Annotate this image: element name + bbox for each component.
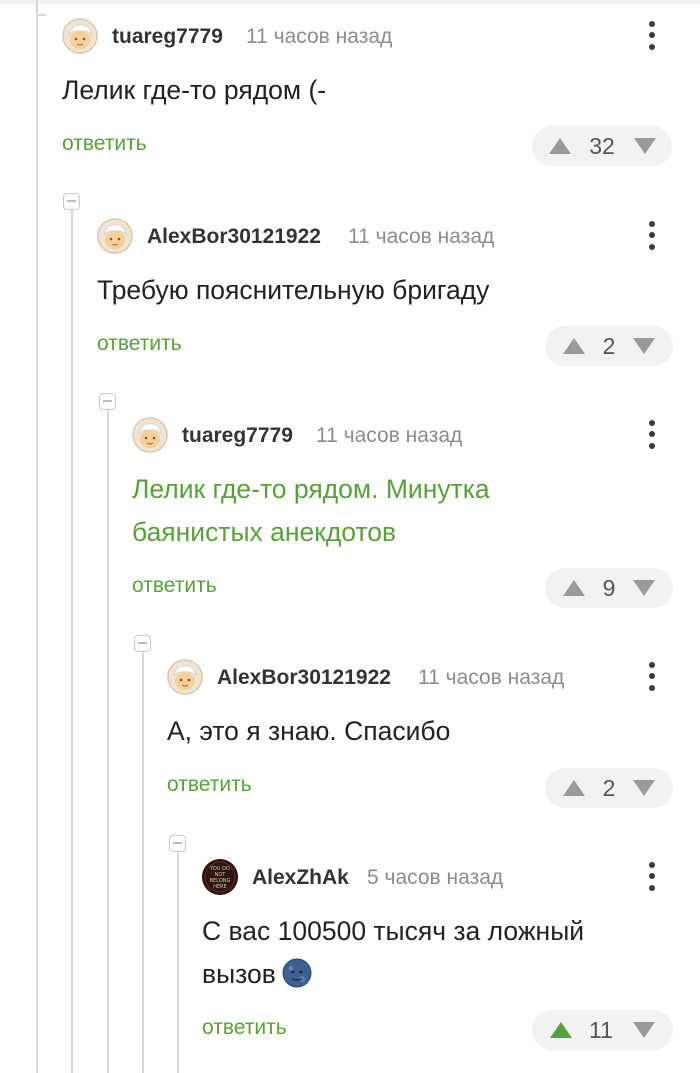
thread-line[interactable] <box>107 410 109 1073</box>
new-moon-face-emoji-icon <box>282 958 312 988</box>
thread-line <box>36 0 38 1073</box>
downvote-arrow-icon[interactable] <box>632 779 656 797</box>
thread-line[interactable] <box>71 210 73 1073</box>
reply-link[interactable]: ответить <box>62 132 147 156</box>
timestamp: 11 часов назад <box>418 666 565 689</box>
comment-text-line: вызов <box>202 953 584 996</box>
avatar-icon[interactable] <box>62 18 98 54</box>
vote-count: 9 <box>602 575 616 601</box>
reply-link[interactable]: ответить <box>97 332 182 356</box>
comment-text: Требую пояснительную бригаду <box>97 275 490 305</box>
timestamp: 11 часов назад <box>316 424 463 447</box>
comment: tuareg7779 11 часов назад Лелик где-то р… <box>132 417 682 617</box>
collapse-button[interactable] <box>99 393 116 410</box>
vote-widget: 2 <box>545 326 673 366</box>
vote-count: 2 <box>602 333 616 359</box>
vote-count: 2 <box>602 775 616 801</box>
username[interactable]: AlexZhAk <box>252 866 349 890</box>
comment-text: А, это я знаю. Спасибо <box>167 716 451 746</box>
username[interactable]: AlexBor30121922 <box>217 666 391 690</box>
svg-text:HERE: HERE <box>213 884 227 890</box>
collapse-button[interactable] <box>169 835 186 852</box>
more-options-icon[interactable] <box>640 661 664 695</box>
collapse-button[interactable] <box>134 635 151 652</box>
username[interactable]: tuareg7779 <box>112 25 223 49</box>
comment: AlexBor30121922 11 часов назад А, это я … <box>167 659 682 819</box>
more-options-icon[interactable] <box>640 20 664 54</box>
more-options-icon[interactable] <box>640 220 664 254</box>
avatar-icon[interactable] <box>97 218 133 254</box>
comments-thread: tuareg7779 11 часов назад Лелик где-то р… <box>0 0 700 1073</box>
comment: tuareg7779 11 часов назад Лелик где-то р… <box>62 18 682 178</box>
vote-count: 32 <box>589 133 615 159</box>
comment: YOU DO NOT BELONG HERE AlexZhAk 5 часов … <box>202 859 682 1059</box>
upvote-arrow-icon[interactable] <box>562 579 586 597</box>
avatar-icon[interactable] <box>167 659 203 695</box>
comment-text-line[interactable]: баянистых анекдотов <box>132 511 490 554</box>
reply-link[interactable]: ответить <box>202 1016 287 1040</box>
comment-text-fragment: вызов <box>202 959 276 989</box>
you-do-not-belong-here-avatar[interactable]: YOU DO NOT BELONG HERE <box>202 859 238 895</box>
vote-widget: 32 <box>532 126 672 166</box>
avatar-icon[interactable] <box>132 417 168 453</box>
vote-widget: 11 <box>532 1010 673 1050</box>
vote-widget: 9 <box>545 568 673 608</box>
vote-count: 11 <box>589 1017 613 1043</box>
collapse-button[interactable] <box>63 193 80 210</box>
comment-link-text[interactable]: Лелик где-то рядом. Минутка баянистых ан… <box>132 468 490 554</box>
more-options-icon[interactable] <box>640 861 664 895</box>
thread-line[interactable] <box>177 852 179 1073</box>
reply-link[interactable]: ответить <box>132 574 217 598</box>
vote-widget: 2 <box>545 768 673 808</box>
comment-text: Лелик где-то рядом (- <box>62 75 327 105</box>
downvote-arrow-icon[interactable] <box>632 579 656 597</box>
timestamp: 11 часов назад <box>246 25 393 48</box>
upvote-arrow-icon[interactable] <box>562 779 586 797</box>
reply-link[interactable]: ответить <box>167 773 252 797</box>
comment-text-line[interactable]: Лелик где-то рядом. Минутка <box>132 468 490 511</box>
upvote-arrow-icon[interactable] <box>549 1021 573 1039</box>
username[interactable]: tuareg7779 <box>182 424 293 448</box>
downvote-arrow-icon[interactable] <box>632 1021 656 1039</box>
username[interactable]: AlexBor30121922 <box>147 225 321 249</box>
thread-connector <box>36 14 46 16</box>
downvote-arrow-icon[interactable] <box>632 337 656 355</box>
more-options-icon[interactable] <box>640 419 664 453</box>
comment-text-line: С вас 100500 тысяч за ложный <box>202 916 585 946</box>
top-divider <box>0 0 700 4</box>
timestamp: 5 часов назад <box>367 866 504 889</box>
downvote-arrow-icon[interactable] <box>633 137 657 155</box>
timestamp: 11 часов назад <box>348 225 495 248</box>
comment-text: С вас 100500 тысяч за ложный вызов <box>202 910 584 996</box>
comment: AlexBor30121922 11 часов назад Требую по… <box>97 218 682 378</box>
upvote-arrow-icon[interactable] <box>548 137 572 155</box>
upvote-arrow-icon[interactable] <box>562 337 586 355</box>
thread-line[interactable] <box>142 652 144 1073</box>
